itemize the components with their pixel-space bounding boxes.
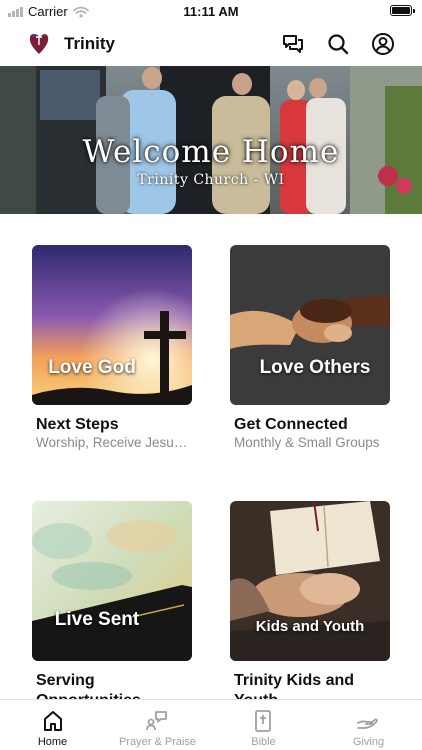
card-image: Live Sent <box>32 501 192 661</box>
giving-icon <box>357 718 378 729</box>
tab-label: Prayer & Praise <box>118 736 197 748</box>
card-image-text: Kids and Youth <box>255 618 365 635</box>
card-title: Next Steps <box>36 416 119 433</box>
church-logo-icon <box>29 33 49 54</box>
tab-label: Home <box>37 736 68 748</box>
hero-subtitle: Trinity Church - WI <box>137 172 285 188</box>
tab-home[interactable]: Home <box>0 700 105 750</box>
card-subtitle: Worship, Receive Jesus, Baptism <box>36 435 194 450</box>
tab-label: Giving <box>352 736 385 748</box>
card-image-text: Love Others <box>259 357 371 378</box>
status-bar: Carrier 11:11 AM <box>0 0 422 22</box>
search-icon[interactable] <box>326 32 350 56</box>
hands-bible-image <box>230 501 390 661</box>
card-image: Kids and Youth <box>230 501 390 661</box>
tab-giving[interactable]: Giving <box>316 700 421 750</box>
app-header: Trinity <box>0 22 422 66</box>
tab-bar: Home Prayer & Praise Bible Giving <box>0 699 422 750</box>
card-image: Love God <box>32 245 192 405</box>
chat-icon[interactable] <box>281 32 305 56</box>
card-image-text: Love God <box>48 357 136 378</box>
account-icon[interactable] <box>371 32 395 56</box>
card-subtitle: Monthly & Small Groups <box>234 435 380 450</box>
card-image-text: Live Sent <box>54 609 140 630</box>
hero-title: Welcome Home <box>82 134 340 170</box>
bible-icon <box>255 710 271 732</box>
card-image: Love Others <box>230 245 390 405</box>
card-title: Get Connected <box>234 416 348 433</box>
hero-banner[interactable]: Welcome Home Trinity Church - WI <box>0 66 422 214</box>
prayer-icon <box>146 711 167 731</box>
tab-prayer-praise[interactable]: Prayer & Praise <box>105 700 210 750</box>
tab-label: Bible <box>251 736 276 748</box>
status-time: 11:11 AM <box>183 4 239 19</box>
bible-map-image <box>32 501 192 661</box>
home-icon <box>44 711 62 731</box>
tab-bible[interactable]: Bible <box>211 700 316 750</box>
app-title: Trinity <box>64 34 116 53</box>
cross-sunset-image <box>32 245 192 405</box>
battery-icon <box>390 5 415 16</box>
hands-image <box>230 245 390 405</box>
